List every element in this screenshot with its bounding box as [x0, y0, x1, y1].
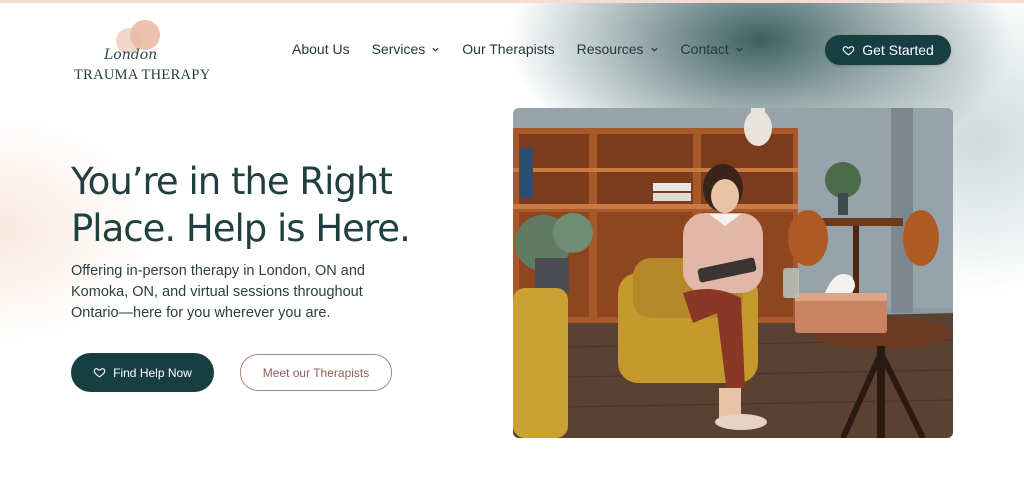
chevron-down-icon [735, 45, 744, 54]
logo-blob [130, 20, 160, 50]
find-help-now-button[interactable]: Find Help Now [71, 353, 214, 392]
get-started-label: Get Started [862, 42, 934, 58]
find-help-now-label: Find Help Now [113, 365, 192, 380]
main-nav: About Us Services Our Therapists Resourc… [292, 41, 766, 57]
meet-our-therapists-button[interactable]: Meet our Therapists [240, 354, 392, 391]
site-logo[interactable]: London TRAUMA THERAPY [74, 18, 210, 86]
chevron-down-icon [431, 45, 440, 54]
nav-item-our-therapists[interactable]: Our Therapists [462, 41, 554, 57]
nav-item-label: About Us [292, 41, 350, 57]
hero-title: You’re in the Right Place. Help is Here. [71, 160, 411, 250]
nav-item-label: Resources [576, 41, 644, 57]
get-started-button[interactable]: Get Started [825, 35, 951, 65]
nav-item-label: Services [371, 41, 426, 57]
logo-script-text: London [104, 47, 158, 63]
therapy-room-illustration [513, 108, 953, 438]
hero-photo [513, 108, 953, 438]
nav-item-label: Contact [680, 41, 729, 57]
nav-item-services[interactable]: Services [372, 41, 441, 57]
chevron-down-icon [650, 45, 659, 54]
nav-item-about-us[interactable]: About Us [292, 41, 350, 57]
top-accent-line [0, 0, 1024, 3]
hero-subtitle: Offering in-person therapy in London, ON… [71, 263, 365, 321]
nav-item-resources[interactable]: Resources [577, 41, 659, 57]
logo-wordmark: TRAUMA THERAPY [74, 67, 211, 83]
nav-item-label: Our Therapists [462, 41, 555, 57]
heart-icon [93, 366, 106, 379]
heart-icon [842, 44, 855, 57]
meet-our-therapists-label: Meet our Therapists [262, 365, 370, 380]
nav-item-contact[interactable]: Contact [681, 41, 744, 57]
